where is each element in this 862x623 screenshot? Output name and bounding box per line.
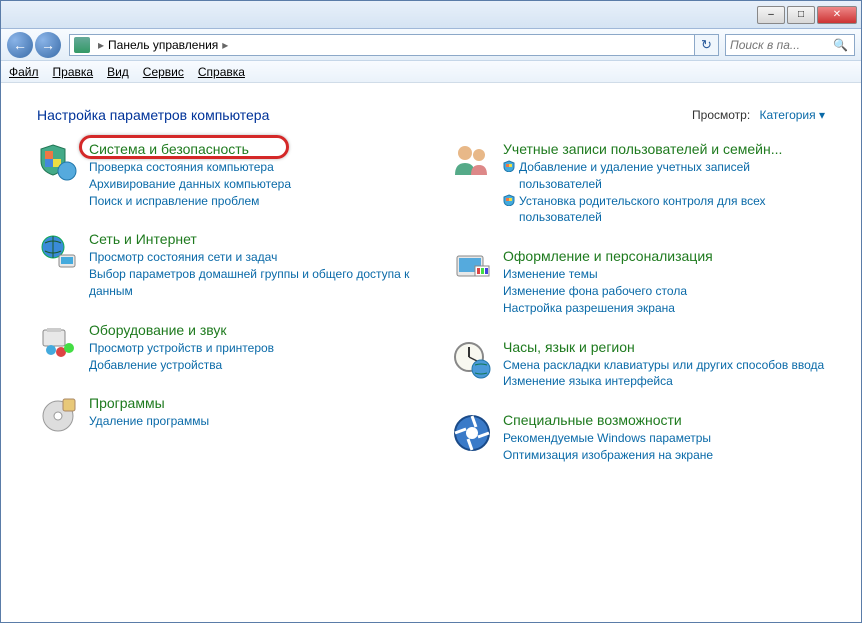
category-link[interactable]: Добавление устройства (89, 357, 411, 374)
category-body: Система и безопасность Проверка состояни… (89, 141, 411, 209)
control-panel-icon (74, 37, 90, 53)
category-title-hardware[interactable]: Оборудование и звук (89, 322, 227, 338)
category-ease: Специальные возможности Рекомендуемые Wi… (451, 412, 825, 464)
view-by: Просмотр: Категория ▾ (692, 108, 825, 122)
hardware-icon (37, 322, 79, 364)
content: Настройка параметров компьютера Просмотр… (1, 83, 861, 622)
page-title: Настройка параметров компьютера (37, 107, 269, 123)
category-link[interactable]: Изменение темы (503, 266, 825, 283)
category-body: Специальные возможности Рекомендуемые Wi… (503, 412, 825, 464)
clock-icon (451, 339, 493, 381)
view-label: Просмотр: (692, 108, 750, 122)
maximize-button[interactable]: □ (787, 6, 815, 24)
forward-button[interactable]: → (35, 32, 61, 58)
category-system: Система и безопасность Проверка состояни… (37, 141, 411, 209)
minimize-button[interactable]: – (757, 6, 785, 24)
nav-buttons: ← → (7, 32, 61, 58)
refresh-button[interactable]: ↻ (695, 34, 719, 56)
appearance-icon (451, 248, 493, 290)
breadcrumb-item[interactable]: Панель управления (108, 38, 218, 52)
left-column: Система и безопасность Проверка состояни… (37, 141, 411, 464)
category-link[interactable]: Выбор параметров домашней группы и общег… (89, 266, 411, 300)
breadcrumb-sep: ▸ (222, 38, 228, 52)
category-link[interactable]: Архивирование данных компьютера (89, 176, 411, 193)
ease-of-access-icon (451, 412, 493, 454)
category-title-users[interactable]: Учетные записи пользователей и семейн... (503, 141, 782, 157)
category-title-network[interactable]: Сеть и Интернет (89, 231, 197, 247)
programs-icon (37, 395, 79, 437)
category-title-programs[interactable]: Программы (89, 395, 165, 411)
shield-icon (503, 160, 515, 172)
network-icon (37, 231, 79, 273)
categories: Система и безопасность Проверка состояни… (37, 141, 825, 464)
category-title-appearance[interactable]: Оформление и персонализация (503, 248, 713, 264)
category-link[interactable]: Добавление и удаление учетных записей по… (503, 159, 825, 193)
titlebar: – □ ✕ (1, 1, 861, 29)
search-input[interactable] (730, 38, 833, 52)
category-link[interactable]: Оптимизация изображения на экране (503, 447, 825, 464)
category-title-system[interactable]: Система и безопасность (89, 141, 249, 157)
system-security-icon (37, 141, 79, 183)
category-title-ease[interactable]: Специальные возможности (503, 412, 682, 428)
window: – □ ✕ ← → ▸ Панель управления ▸ ↻ 🔍 Файл… (0, 0, 862, 623)
menu-view[interactable]: Вид (107, 65, 129, 79)
category-hardware: Оборудование и звук Просмотр устройств и… (37, 322, 411, 374)
category-link[interactable]: Просмотр состояния сети и задач (89, 249, 411, 266)
category-link[interactable]: Удаление программы (89, 413, 411, 430)
navbar: ← → ▸ Панель управления ▸ ↻ 🔍 (1, 29, 861, 61)
address-bar[interactable]: ▸ Панель управления ▸ (69, 34, 695, 56)
category-link[interactable]: Изменение языка интерфейса (503, 373, 825, 390)
category-body: Оформление и персонализация Изменение те… (503, 248, 825, 316)
menu-tools[interactable]: Сервис (143, 65, 184, 79)
category-body: Программы Удаление программы (89, 395, 411, 437)
back-button[interactable]: ← (7, 32, 33, 58)
right-column: Учетные записи пользователей и семейн...… (451, 141, 825, 464)
category-users: Учетные записи пользователей и семейн...… (451, 141, 825, 226)
close-button[interactable]: ✕ (817, 6, 857, 24)
category-title-clock[interactable]: Часы, язык и регион (503, 339, 635, 355)
category-link[interactable]: Установка родительского контроля для все… (503, 193, 825, 227)
category-clock: Часы, язык и регион Смена раскладки клав… (451, 339, 825, 391)
page-heading-row: Настройка параметров компьютера Просмотр… (37, 107, 825, 123)
menu-help[interactable]: Справка (198, 65, 245, 79)
menu-file[interactable]: Файл (9, 65, 39, 79)
category-body: Сеть и Интернет Просмотр состояния сети … (89, 231, 411, 299)
menu-edit[interactable]: Правка (53, 65, 94, 79)
category-programs: Программы Удаление программы (37, 395, 411, 437)
category-link[interactable]: Поиск и исправление проблем (89, 193, 411, 210)
category-link[interactable]: Рекомендуемые Windows параметры (503, 430, 825, 447)
category-link[interactable]: Изменение фона рабочего стола (503, 283, 825, 300)
menubar: Файл Правка Вид Сервис Справка (1, 61, 861, 83)
category-link[interactable]: Смена раскладки клавиатуры или других сп… (503, 357, 825, 374)
category-network: Сеть и Интернет Просмотр состояния сети … (37, 231, 411, 299)
search-box[interactable]: 🔍 (725, 34, 855, 56)
breadcrumb-sep: ▸ (98, 38, 104, 52)
category-link[interactable]: Настройка разрешения экрана (503, 300, 825, 317)
category-link[interactable]: Просмотр устройств и принтеров (89, 340, 411, 357)
category-body: Часы, язык и регион Смена раскладки клав… (503, 339, 825, 391)
category-appearance: Оформление и персонализация Изменение те… (451, 248, 825, 316)
view-mode-link[interactable]: Категория ▾ (760, 108, 825, 122)
category-link[interactable]: Проверка состояния компьютера (89, 159, 411, 176)
category-body: Учетные записи пользователей и семейн...… (503, 141, 825, 226)
shield-icon (503, 194, 515, 206)
users-icon (451, 141, 493, 183)
search-icon: 🔍 (833, 38, 848, 52)
category-body: Оборудование и звук Просмотр устройств и… (89, 322, 411, 374)
